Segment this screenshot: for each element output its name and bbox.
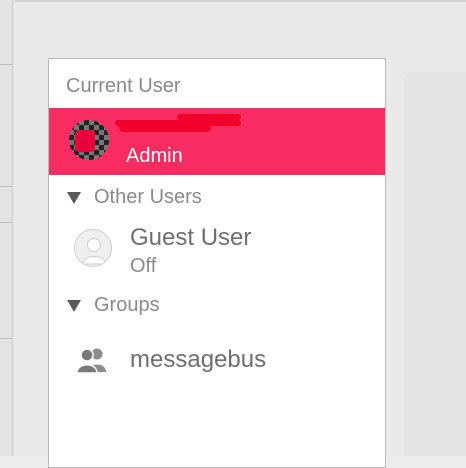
other-users-header[interactable]: Other Users [94,186,202,209]
left-strip-divider [0,64,12,65]
guest-user-status: Off [130,255,157,277]
left-edge-panel [0,0,13,456]
disclosure-triangle-icon[interactable] [67,192,81,204]
left-strip-divider [0,222,12,223]
window-top-edge [14,0,466,2]
groups-header[interactable]: Groups [94,294,160,317]
group-name[interactable]: messagebus [130,346,266,374]
current-user-role: Admin [126,145,183,167]
guest-avatar-icon [74,229,112,267]
current-user-row[interactable]: Admin [49,108,385,175]
users-sidebar[interactable]: Current User Admin Other Users Guest Use… [48,58,386,468]
detail-pane [404,72,466,456]
left-strip-divider [0,338,12,339]
admin-avatar-icon [69,120,109,160]
redaction-mark [75,130,95,152]
redacted-user-name [115,114,243,134]
current-user-header: Current User [66,75,181,97]
group-people-icon [75,346,111,374]
disclosure-triangle-icon[interactable] [67,300,81,312]
left-strip-divider [0,186,12,187]
guest-user-name[interactable]: Guest User [130,224,251,252]
